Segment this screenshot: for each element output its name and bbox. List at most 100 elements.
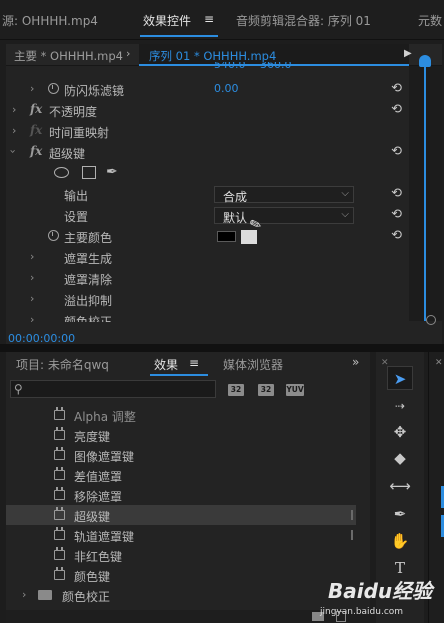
tab-source[interactable]: 源: OHHHH.mp4 [2,12,98,29]
slip-tool-icon[interactable]: ⟷ [387,474,413,498]
hand-tool-icon[interactable]: ✋ [387,529,413,553]
track-select-tool-icon[interactable]: ⇢ [387,394,413,418]
tab-metadata[interactable]: 元数 [418,12,442,29]
partial-value-b[interactable]: 360.0 [260,62,292,71]
list-item[interactable]: 轨道遮罩键 [6,525,356,545]
panel-splitter[interactable] [0,344,444,352]
stopwatch-icon[interactable] [48,83,59,94]
more-tabs-icon[interactable]: » [352,355,359,369]
output-dropdown[interactable]: 合成 ⌵ [214,186,354,204]
tab-media-browser[interactable]: 媒体浏览器 [223,356,283,373]
effect-row-partial: 540.0 360.0 [6,62,406,72]
chevron-down-icon: ⌵ [341,209,349,220]
chevron-right-icon[interactable]: › [30,292,34,305]
play-icon[interactable]: ▶ [404,48,412,59]
effect-preset-icon [54,527,65,540]
list-item[interactable]: 图像遮罩键 [6,445,356,465]
list-item-label: 亮度键 [74,430,111,444]
list-item[interactable]: Alpha 调整 [6,405,356,425]
tab-project[interactable]: 项目: 未命名qwq [16,356,109,373]
zoom-scroll-handle[interactable] [426,315,436,325]
output-label: 输出 [64,189,89,203]
yuv-effects-filter[interactable]: YUV [286,384,304,396]
active-tab-indicator [150,374,208,376]
effect-preset-icon [54,487,65,500]
tab-effect-controls[interactable]: 效果控件 [143,12,191,29]
effect-row-time-remap: › fx 时间重映射 [6,121,406,142]
effects-search-input[interactable]: ⚲ [10,380,216,398]
reset-icon[interactable]: ⟲ [391,102,402,117]
folder-label: 颜色校正 [62,590,111,604]
key-color-swatch[interactable] [217,231,236,242]
list-item[interactable]: 颜色键 [6,565,356,585]
tab-audio-clip-mixer[interactable]: 音频剪辑混合器: 序列 01 [236,12,371,29]
reset-icon[interactable]: ⟲ [391,81,402,96]
effects-browser-panel: 项目: 未命名qwq 效果 ≡ 媒体浏览器 » ⚲ 32 32 YUV Alph… [6,352,370,623]
fx-icon[interactable]: fx [30,102,42,116]
panel-menu-icon[interactable]: ≡ [189,356,199,370]
chevron-right-icon[interactable]: › [22,588,26,601]
key-color-label: 主要颜色 [64,231,113,245]
accelerated-indicator [351,510,353,520]
setting-dropdown-value: 默认 [223,211,248,225]
fx-icon[interactable]: fx [30,144,42,158]
spill-suppression-label: 溢出抑制 [64,294,113,308]
list-item-selected[interactable]: 超级键 [6,505,356,525]
setting-label: 设置 [64,210,89,224]
mask-tools-row: ✒ [6,163,406,184]
chevron-right-icon[interactable]: › [30,313,34,322]
reset-icon[interactable]: ⟲ [391,144,402,159]
opacity-label: 不透明度 [49,105,98,119]
chevron-down-icon: ⌵ [341,188,349,199]
chevron-right-icon[interactable]: › [12,124,16,137]
chevron-right-icon[interactable]: › [30,250,34,263]
effect-row-output: 输出 合成 ⌵ ⟲ [6,184,406,205]
chevron-right-icon[interactable]: › [30,271,34,284]
razor-tool-icon[interactable]: ◆ [387,446,413,470]
anti-flicker-value[interactable]: 0.00 [214,82,239,95]
list-item-label: 移除遮罩 [74,490,123,504]
list-item[interactable]: 非红色键 [6,545,356,565]
effect-row-key-color: 主要颜色 ✎ ⟲ [6,215,406,247]
setting-dropdown[interactable]: 默认 ⌵ [214,207,354,225]
effect-row-ultra-key: › fx 超级键 ⟲ [6,142,406,163]
list-item-label: Alpha 调整 [74,410,136,424]
ellipse-mask-icon[interactable] [54,167,69,178]
effects-browser-tabs: 项目: 未命名qwq 效果 ≡ 媒体浏览器 » [6,352,370,376]
reset-icon[interactable]: ⟲ [391,228,402,243]
chevron-right-icon[interactable]: › [30,82,34,95]
list-item[interactable]: 移除遮罩 [6,485,356,505]
watermark-url: jingyan.baidu.com [320,607,404,617]
time-remap-label: 时间重映射 [49,126,110,140]
chevron-right-icon: › [126,47,131,60]
folder-item[interactable]: › 颜色校正 [6,585,356,605]
panel-close-icon[interactable]: ✕ [435,358,443,368]
effect-row-matte-cleanup: › 遮罩清除 [6,268,406,289]
output-dropdown-value: 合成 [223,190,248,204]
list-item-label: 非红色键 [74,550,123,564]
list-item-label: 图像遮罩键 [74,450,135,464]
list-item[interactable]: 差值遮罩 [6,465,356,485]
selection-tool-icon[interactable]: ➤ [387,366,413,390]
pen-mask-icon[interactable]: ✒ [106,164,118,180]
stopwatch-icon[interactable] [48,230,59,241]
reset-icon[interactable]: ⟲ [391,207,402,222]
ultra-key-label: 超级键 [49,147,86,161]
pen-tool-icon[interactable]: ✒ [387,502,413,526]
list-item[interactable]: 亮度键 [6,425,356,445]
ripple-edit-tool-icon[interactable]: ✥ [387,420,413,444]
rectangle-mask-icon[interactable] [82,166,96,179]
panel-menu-icon[interactable]: ≡ [204,12,214,26]
accelerated-effects-filter[interactable]: 32 [228,384,244,396]
tab-effects[interactable]: 效果 [154,356,178,373]
playhead-handle[interactable] [419,55,431,67]
32bit-effects-filter[interactable]: 32 [258,384,274,396]
matte-cleanup-label: 遮罩清除 [64,273,113,287]
partial-value-a[interactable]: 540.0 [214,62,246,71]
effect-row-anti-flicker: › 防闪烁滤镜 0.00 ⟲ [6,79,406,100]
chevron-right-icon[interactable]: › [12,103,16,116]
watermark: Baidu经验 jingyan.baidu.com [320,575,444,623]
matte-generation-label: 遮罩生成 [64,252,113,266]
reset-icon[interactable]: ⟲ [391,186,402,201]
chevron-down-icon[interactable]: › [7,149,20,153]
